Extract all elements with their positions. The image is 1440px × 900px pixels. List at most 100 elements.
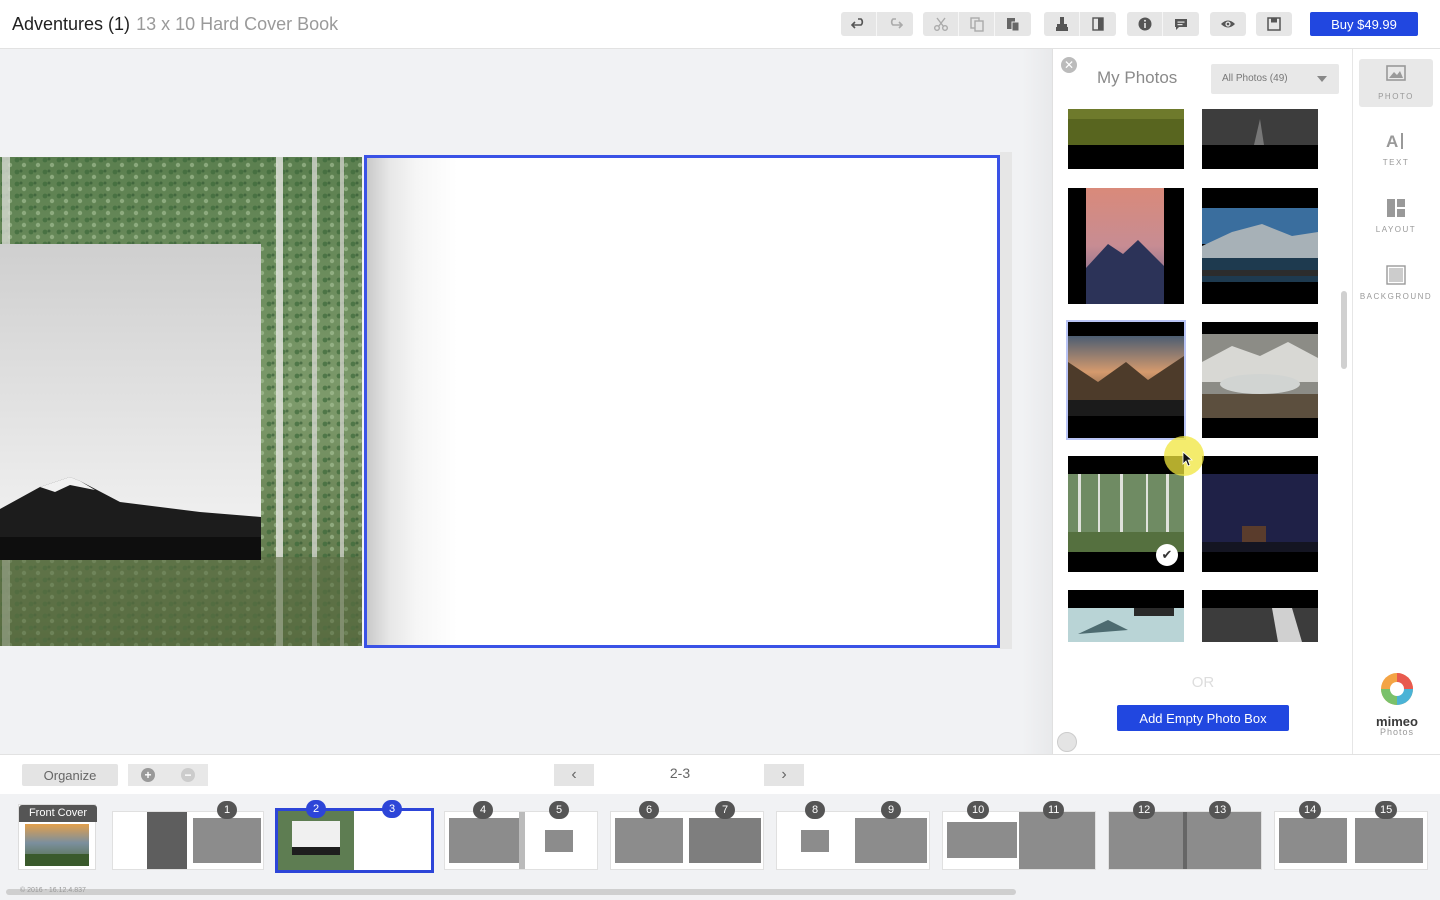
photo-grid: ✔ [1053, 109, 1343, 642]
photo-thumb[interactable] [1202, 322, 1318, 438]
project-title: Adventures (1) [12, 14, 131, 34]
sidebar-item-photo[interactable]: PHOTO [1359, 59, 1433, 107]
sidebar-item-text[interactable]: A TEXT [1359, 125, 1433, 173]
tool-sidebar: PHOTO A TEXT LAYOUT BACKGROUND mimeo Pho… [1352, 49, 1440, 754]
undo-button[interactable] [841, 12, 877, 36]
next-page-button[interactable]: › [764, 764, 804, 786]
mirror-button[interactable] [1080, 12, 1116, 36]
save-icon [1267, 17, 1281, 31]
add-empty-photo-box-button[interactable]: Add Empty Photo Box [1117, 705, 1289, 731]
photo-thumb[interactable] [1068, 109, 1184, 169]
sidebar-label-text: TEXT [1382, 158, 1410, 167]
page-thumbnail-strip: Front Cover 1 2 3 4 5 6 7 8 9 10 11 12 1… [0, 794, 1440, 900]
photo-thumb[interactable] [1068, 188, 1184, 304]
photo-thumb[interactable] [1068, 590, 1184, 642]
apply-layout-button[interactable] [1044, 12, 1080, 36]
redo-icon [890, 18, 903, 29]
page-badge: 1 [217, 801, 237, 819]
sidebar-label-background: BACKGROUND [1359, 292, 1433, 301]
spread-thumb-1[interactable]: 1 [112, 801, 264, 870]
add-page-button[interactable]: + [128, 764, 168, 786]
cut-icon [933, 17, 948, 31]
spread-thumb-12-13[interactable]: 12 13 [1108, 801, 1262, 870]
preview-button[interactable] [1210, 12, 1246, 36]
photo-thumb[interactable] [1202, 590, 1318, 642]
photo-filter-select[interactable]: All Photos (49) [1211, 64, 1339, 94]
forest-photo [0, 157, 362, 646]
info-group [1127, 12, 1199, 36]
mimeo-logo: mimeo Photos [1371, 671, 1423, 737]
redo-button[interactable] [877, 12, 913, 36]
page-badge: 3 [382, 800, 402, 818]
page-badge: 9 [881, 801, 901, 819]
chevron-right-icon: › [781, 766, 787, 783]
undo-icon [850, 18, 863, 29]
spread-thumb-14-15[interactable]: 14 15 [1274, 801, 1428, 870]
mimeo-logo-mark [1381, 673, 1413, 705]
sidebar-item-layout[interactable]: LAYOUT [1359, 192, 1433, 240]
buy-button[interactable]: Buy $49.99 [1310, 12, 1418, 36]
remove-page-button[interactable]: − [168, 764, 208, 786]
checkmark-icon: ✔ [1156, 544, 1178, 566]
undo-redo-group [841, 12, 913, 36]
spread-thumb-2-3-active[interactable]: 2 3 [275, 800, 434, 873]
waterfall-photo [1202, 590, 1318, 642]
bird-photo [1068, 590, 1184, 642]
strip-scrollbar[interactable] [6, 889, 1016, 895]
panel-heading: My Photos [1097, 68, 1178, 87]
page-indicator: 2-3 [669, 765, 691, 781]
preview-icon [1221, 20, 1235, 28]
page-title: Adventures (1) 13 x 10 Hard Cover Book [12, 14, 338, 35]
save-button[interactable] [1256, 12, 1292, 36]
top-toolbar: Adventures (1) 13 x 10 Hard Cover Book B… [0, 0, 1440, 49]
page-badge: 7 [715, 801, 735, 819]
svg-text:A: A [1386, 132, 1398, 151]
plus-icon: + [141, 768, 155, 782]
spread-thumb-4-5[interactable]: 4 5 [444, 801, 598, 870]
mirror-icon [1092, 17, 1104, 31]
front-cover-thumb[interactable]: Front Cover [18, 804, 97, 870]
minus-icon: − [181, 768, 195, 782]
resize-handle-icon[interactable] [1057, 732, 1077, 752]
page-badge: 10 [967, 801, 990, 819]
photo-thumb[interactable] [1202, 456, 1318, 572]
spread-thumb-6-7[interactable]: 6 7 [610, 801, 764, 870]
paste-icon [1007, 18, 1020, 32]
photo-grid-scrollbar[interactable] [1341, 291, 1347, 369]
close-panel-icon[interactable]: ✕ [1061, 57, 1077, 73]
right-page-selected[interactable] [364, 155, 1000, 648]
comment-icon [1175, 19, 1187, 30]
night-cabin-photo [1202, 456, 1318, 572]
page-badge: 2 [306, 800, 326, 818]
sidebar-item-background[interactable]: BACKGROUND [1359, 259, 1433, 307]
spread-thumb-8-9[interactable]: 8 9 [776, 801, 930, 870]
info-button[interactable] [1127, 12, 1163, 36]
save-group [1256, 12, 1292, 36]
organize-button[interactable]: Organize [22, 764, 118, 786]
spread-thumb-10-11[interactable]: 10 11 [942, 801, 1096, 870]
photo-thumb-selected[interactable] [1066, 320, 1186, 440]
canvas-gutter [1022, 49, 1052, 754]
page-badge: 12 [1133, 801, 1156, 819]
photo-thumb-used[interactable]: ✔ [1068, 456, 1184, 572]
page-badge: 4 [473, 801, 493, 819]
spread-forest-photo [278, 811, 354, 870]
comment-button[interactable] [1163, 12, 1199, 36]
sunset-mountain-photo [1068, 188, 1184, 304]
page-badge: 13 [1209, 801, 1232, 819]
cut-button[interactable] [923, 12, 959, 36]
photo-thumb[interactable] [1202, 188, 1318, 304]
paste-button[interactable] [995, 12, 1031, 36]
preview-group [1210, 12, 1246, 36]
page-badge: 11 [1043, 801, 1065, 819]
alpine-lake-photo [1202, 322, 1318, 438]
text-icon: A [1386, 132, 1403, 151]
photo-thumb[interactable] [1202, 109, 1318, 169]
sidebar-label-layout: LAYOUT [1375, 225, 1417, 234]
info-icon [1138, 17, 1151, 31]
copy-button[interactable] [959, 12, 995, 36]
prev-page-button[interactable]: ‹ [554, 764, 594, 786]
left-page[interactable] [0, 157, 362, 646]
product-name: 13 x 10 Hard Cover Book [136, 14, 339, 34]
page-badge: 6 [639, 801, 659, 819]
